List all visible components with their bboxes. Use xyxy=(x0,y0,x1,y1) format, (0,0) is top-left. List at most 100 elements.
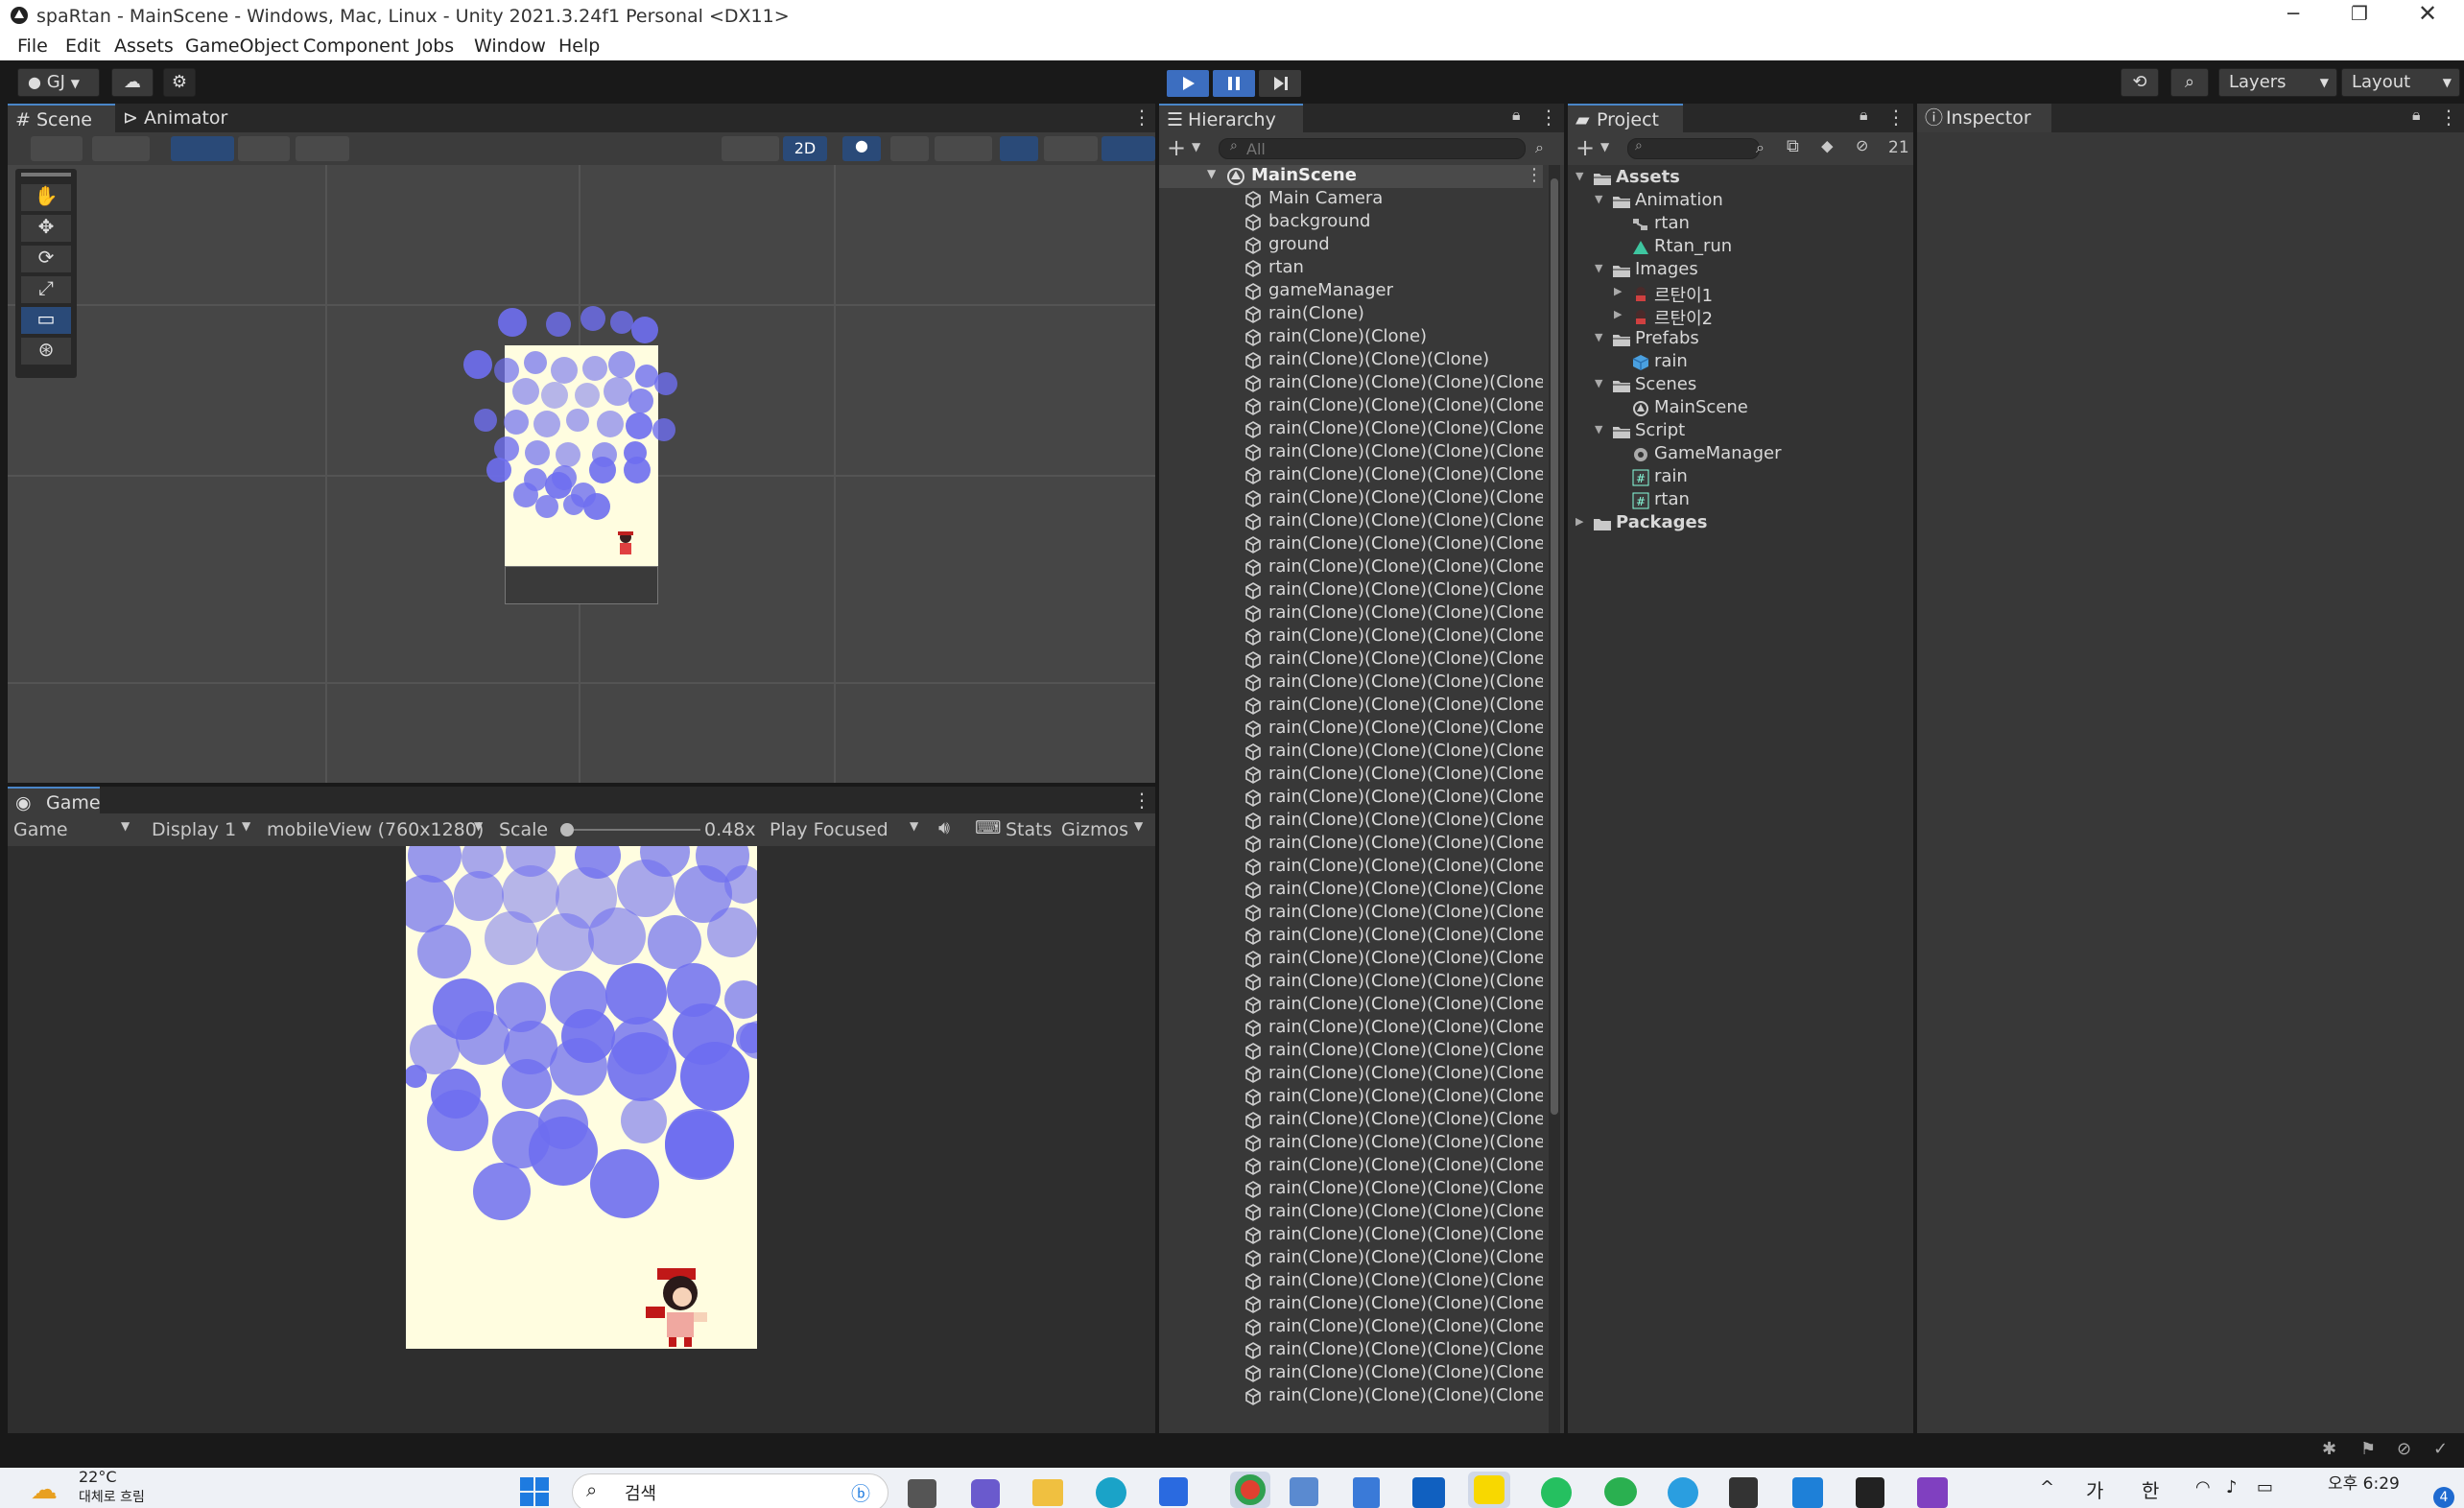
more-icon[interactable]: ⋮ xyxy=(1539,106,1558,129)
hierarchy-row[interactable]: rain(Clone)(Clone)(Clone)(Clone xyxy=(1159,1063,1543,1086)
hierarchy-row[interactable]: rain(Clone)(Clone)(Clone)(Clone xyxy=(1159,902,1543,925)
hierarchy-row[interactable]: ground xyxy=(1159,234,1543,257)
move-tool-icon[interactable]: ✥ xyxy=(21,215,71,242)
hierarchy-row[interactable]: rain(Clone)(Clone)(Clone)(Clone xyxy=(1159,1385,1543,1408)
keyboard-shortcuts-icon[interactable]: ⌨ xyxy=(975,817,1001,838)
chevron-right-icon[interactable]: ▶ xyxy=(1614,285,1622,297)
chevron-up-icon[interactable]: ^ xyxy=(2040,1477,2054,1497)
battery-icon[interactable]: ▭ xyxy=(2257,1477,2273,1497)
project-row[interactable]: ▼ Scenes xyxy=(1568,374,1913,397)
tab-project[interactable]: ▰ Project xyxy=(1568,104,1683,132)
hierarchy-row[interactable]: rain(Clone)(Clone)(Clone)(Clone xyxy=(1159,1178,1543,1201)
audio-button[interactable] xyxy=(890,136,929,161)
hierarchy-row[interactable]: rain(Clone)(Clone)(Clone)(Clone xyxy=(1159,695,1543,718)
orientation-button[interactable] xyxy=(722,136,779,161)
hierarchy-row[interactable]: rain(Clone)(Clone)(Clone)(Clone xyxy=(1159,718,1543,741)
layout-dropdown[interactable]: Layout ▼ xyxy=(2341,68,2460,97)
hierarchy-row[interactable]: rain(Clone)(Clone)(Clone)(Clone xyxy=(1159,1155,1543,1178)
calculator-icon[interactable] xyxy=(1290,1477,1318,1506)
hierarchy-row[interactable]: rain(Clone)(Clone)(Clone)(Clone xyxy=(1159,602,1543,625)
draw-mode-button[interactable] xyxy=(31,136,83,161)
wifi-icon[interactable]: ◠ xyxy=(2195,1477,2211,1497)
volume-icon[interactable]: ♪ xyxy=(2226,1477,2238,1497)
add-icon[interactable]: + xyxy=(1167,134,1186,161)
chevron-down-icon[interactable]: ▼ xyxy=(1595,377,1602,389)
camera-button[interactable] xyxy=(1044,136,1098,161)
unity-editor-icon[interactable] xyxy=(1856,1477,1884,1508)
hierarchy-row[interactable]: rain(Clone)(Clone)(Clone)(Clone xyxy=(1159,464,1543,487)
hierarchy-row[interactable]: rain(Clone)(Clone)(Clone)(Clone xyxy=(1159,579,1543,602)
grid-snap-button[interactable] xyxy=(171,136,234,161)
project-row[interactable]: # rain xyxy=(1568,466,1913,489)
hierarchy-search-input[interactable] xyxy=(1219,138,1526,159)
history-button[interactable]: ⟲ xyxy=(2120,68,2159,97)
hierarchy-row[interactable]: Main Camera xyxy=(1159,188,1543,211)
hierarchy-row[interactable]: rain(Clone)(Clone)(Clone)(Clone xyxy=(1159,1086,1543,1109)
hierarchy-row[interactable]: rain(Clone)(Clone)(Clone)(Clone xyxy=(1159,879,1543,902)
menu-assets[interactable]: Assets xyxy=(114,35,174,57)
chevron-down-icon[interactable]: ▼ xyxy=(1595,262,1602,274)
store-icon[interactable] xyxy=(1159,1477,1188,1506)
stats-button[interactable]: Stats xyxy=(1006,819,1053,840)
gizmos-dropdown[interactable]: Gizmos xyxy=(1061,819,1128,840)
cloud-button[interactable]: ☁ xyxy=(111,68,154,97)
hierarchy-row[interactable]: rain(Clone)(Clone)(Clone)(Clone xyxy=(1159,1270,1543,1293)
hand-tool-icon[interactable]: ✋ xyxy=(21,184,71,211)
project-row[interactable]: MainScene xyxy=(1568,397,1913,420)
clock-time[interactable]: 오후 6:29 xyxy=(2328,1470,2400,1494)
scale-tool-icon[interactable]: ⤢ xyxy=(21,276,71,303)
hierarchy-row[interactable]: rain(Clone) xyxy=(1159,303,1543,326)
status-check-icon[interactable]: ✓ xyxy=(2433,1439,2448,1459)
telegram-icon[interactable] xyxy=(1668,1477,1698,1508)
more-icon[interactable]: ⋮ xyxy=(1132,789,1151,812)
hierarchy-scrollbar-thumb[interactable] xyxy=(1551,178,1558,1115)
chevron-right-icon[interactable]: ▶ xyxy=(1614,308,1622,320)
account-button[interactable]: ● GJ ▼ xyxy=(17,68,100,97)
hierarchy-row[interactable]: rain(Clone)(Clone)(Clone) xyxy=(1159,349,1543,372)
tab-hierarchy[interactable]: ☰ Hierarchy xyxy=(1159,104,1303,132)
hierarchy-row[interactable]: rain(Clone)(Clone)(Clone)(Clone xyxy=(1159,1017,1543,1040)
hierarchy-row[interactable]: rain(Clone)(Clone)(Clone)(Clone xyxy=(1159,1247,1543,1270)
kakaotalk-button[interactable] xyxy=(1468,1472,1510,1508)
file-explorer-icon[interactable] xyxy=(1032,1479,1063,1506)
hierarchy-row[interactable]: rain(Clone)(Clone)(Clone)(Clone xyxy=(1159,625,1543,648)
project-row[interactable]: ▶ 르탄이2 xyxy=(1568,305,1913,329)
increment-snap-button[interactable] xyxy=(238,136,290,161)
project-row[interactable]: rain xyxy=(1568,351,1913,374)
menu-file[interactable]: File xyxy=(17,35,48,57)
hierarchy-row[interactable]: rain(Clone)(Clone)(Clone)(Clone xyxy=(1159,1224,1543,1247)
hierarchy-row[interactable]: rain(Clone)(Clone)(Clone)(Clone xyxy=(1159,418,1543,441)
pause-button[interactable] xyxy=(1213,70,1255,97)
filter-icon[interactable]: ⧉ xyxy=(1787,136,1799,156)
vscode-icon[interactable] xyxy=(1792,1477,1823,1508)
restore-icon[interactable]: ❐ xyxy=(2351,2,2368,25)
project-row[interactable]: # rtan xyxy=(1568,489,1913,512)
project-row[interactable]: ▼ Images xyxy=(1568,259,1913,282)
tab-game[interactable]: ◉ Game xyxy=(8,787,101,815)
label-icon[interactable]: ⬥ xyxy=(1821,136,1834,156)
outlook-icon[interactable] xyxy=(1412,1477,1445,1508)
lighting-status-icon[interactable]: ⊘ xyxy=(2397,1439,2411,1459)
unity-hub-icon[interactable] xyxy=(1729,1477,1758,1508)
add-icon[interactable]: + xyxy=(1576,134,1595,161)
hierarchy-row[interactable]: rain(Clone)(Clone)(Clone)(Clone xyxy=(1159,1201,1543,1224)
scene-view[interactable]: ✋ ✥ ⟳ ⤢ ▭ ⊛ xyxy=(8,165,1155,783)
tab-inspector[interactable]: ⓘ Inspector xyxy=(1917,104,2051,132)
transform-tool-icon[interactable]: ⊛ xyxy=(21,338,71,365)
drag-handle[interactable] xyxy=(21,173,71,177)
hierarchy-row[interactable]: rain(Clone)(Clone)(Clone)(Clone xyxy=(1159,487,1543,510)
hierarchy-row[interactable]: rain(Clone)(Clone)(Clone)(Clone xyxy=(1159,1293,1543,1316)
whatsapp-icon[interactable] xyxy=(1541,1477,1572,1508)
tab-scene[interactable]: # Scene xyxy=(8,104,115,132)
visual-studio-icon[interactable] xyxy=(1917,1477,1948,1508)
project-row[interactable]: ▼ Assets xyxy=(1568,167,1913,190)
hierarchy-row[interactable]: rain(Clone)(Clone)(Clone)(Clone xyxy=(1159,971,1543,994)
project-row[interactable]: ▶ 르탄이1 xyxy=(1568,282,1913,306)
scene-root-row[interactable]: ▼ MainScene ⋮ xyxy=(1159,165,1543,188)
notepad-icon[interactable] xyxy=(1353,1477,1380,1508)
collab-button[interactable]: ⚙ xyxy=(163,68,196,97)
rect-tool-icon[interactable]: ▭ xyxy=(21,307,71,334)
ime-mode[interactable]: 한 xyxy=(2142,1475,2159,1503)
play-mode-dropdown[interactable]: Play Focused xyxy=(770,819,888,840)
hierarchy-row[interactable]: rain(Clone)(Clone)(Clone)(Clone xyxy=(1159,1109,1543,1132)
